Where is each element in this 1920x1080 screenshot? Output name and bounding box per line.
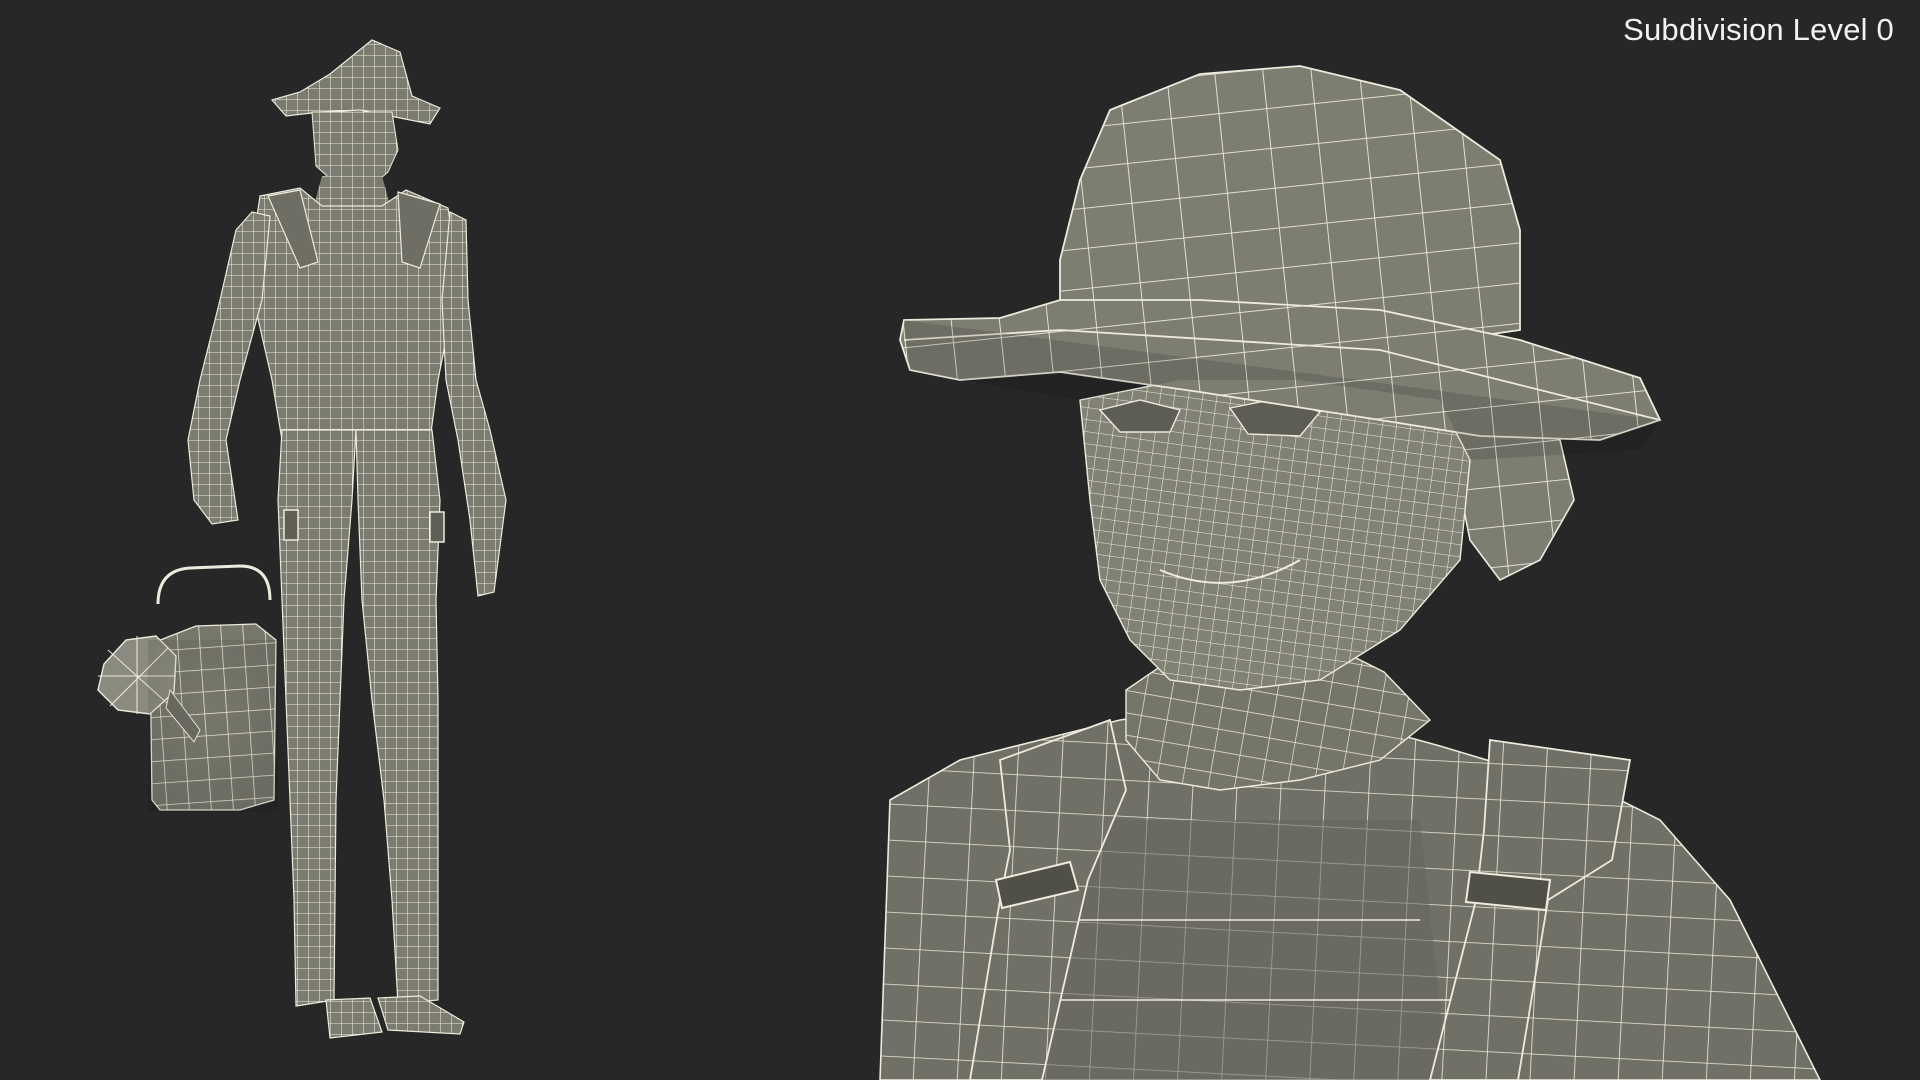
render-canvas [97,39,1821,1080]
closeup-bust [879,65,1821,1080]
viewport: Subdivision Level 0 [0,0,1920,1080]
full-body-figure [97,39,507,1039]
